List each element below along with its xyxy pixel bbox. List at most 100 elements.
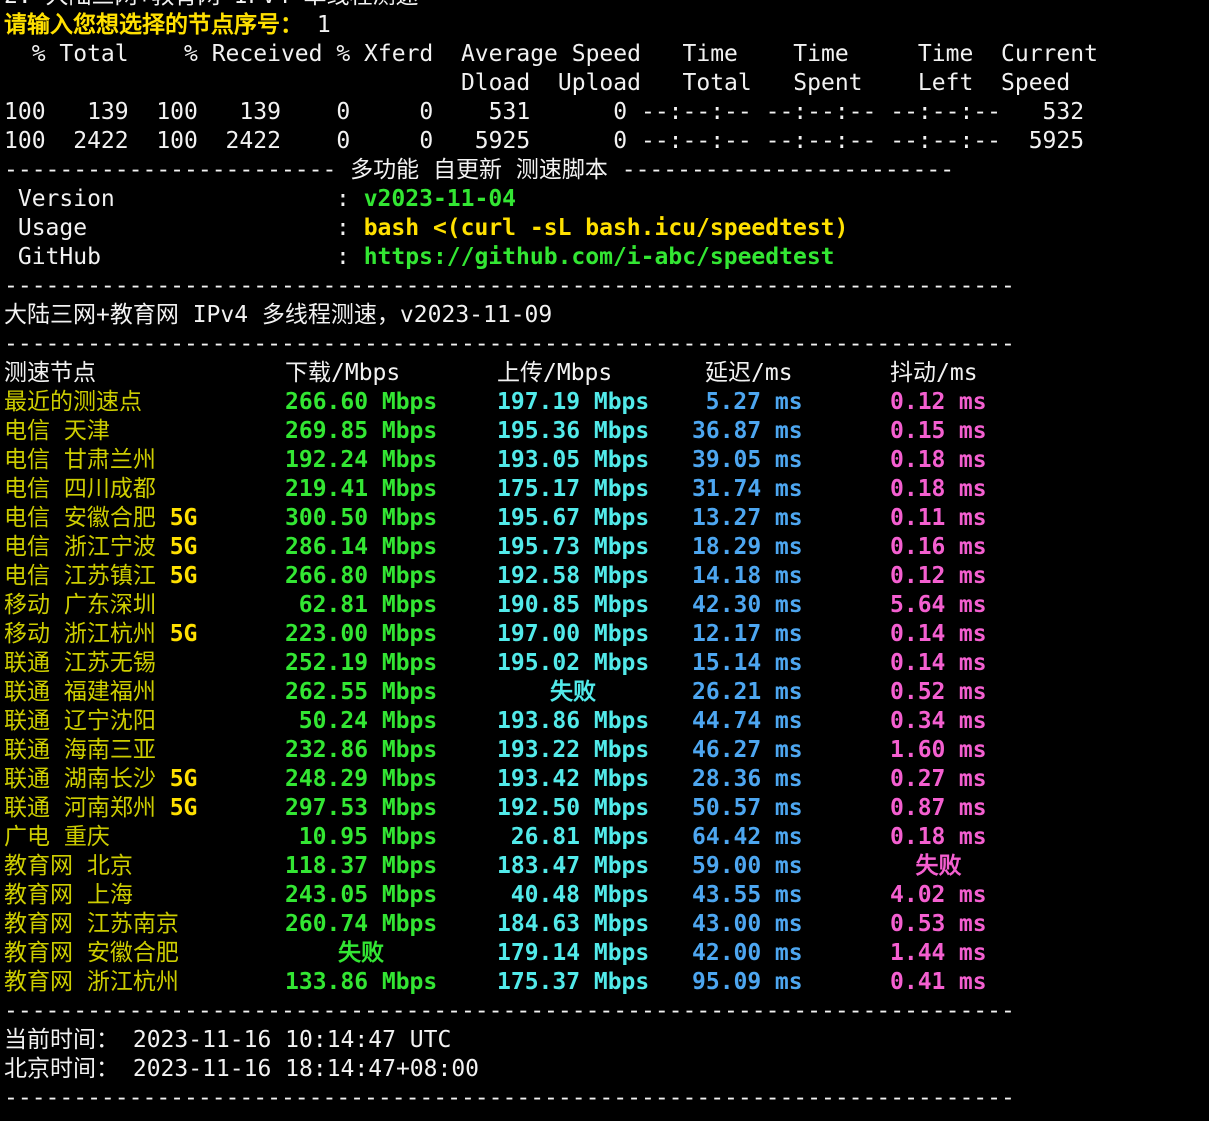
- up-value: 192.50 Mbps: [497, 794, 649, 823]
- down-value: 50.24 Mbps: [285, 707, 437, 736]
- up-value: 195.02 Mbps: [497, 649, 649, 678]
- down-unit: Mbps: [368, 447, 437, 473]
- node-name: 电信 安徽合肥 5G: [4, 504, 197, 533]
- down-value: 219.41 Mbps: [285, 475, 437, 504]
- jit-number: 0.52: [890, 678, 945, 707]
- node-5g-tag: 5G: [156, 534, 198, 560]
- down-number: 243.05: [285, 881, 368, 910]
- down-unit: Mbps: [368, 534, 437, 560]
- up-number: 183.47: [497, 852, 580, 881]
- down-number: 252.19: [285, 649, 368, 678]
- down-number: 62.81: [285, 591, 368, 620]
- jit-number: 0.12: [890, 388, 945, 417]
- jit-value: 0.87 ms: [890, 794, 987, 823]
- up-number: 190.85: [497, 591, 580, 620]
- info-label: Usage: [4, 214, 336, 243]
- down-number: 297.53: [285, 794, 368, 823]
- up-number: 40.48: [497, 881, 580, 910]
- lat-value: 18.29 ms: [692, 533, 803, 562]
- lat-number: 39.05: [692, 446, 761, 475]
- header-download: 下载/Mbps: [285, 359, 400, 388]
- lat-number: 46.27: [692, 736, 761, 765]
- lat-value: 36.87 ms: [692, 417, 803, 446]
- up-number: 26.81: [497, 823, 580, 852]
- separator-line: ----------------------------------------…: [4, 272, 1209, 301]
- down-unit: Mbps: [368, 737, 437, 763]
- jit-number: 0.18: [890, 823, 945, 852]
- lat-value: 42.00 ms: [692, 939, 803, 968]
- node-name: 电信 天津: [4, 417, 110, 446]
- up-value: 193.42 Mbps: [497, 765, 649, 794]
- up-value: 175.17 Mbps: [497, 475, 649, 504]
- up-number: 175.37: [497, 968, 580, 997]
- jit-number: 0.41: [890, 968, 945, 997]
- lat-number: 42.30: [692, 591, 761, 620]
- node-name: 最近的测速点: [4, 388, 142, 417]
- lat-unit: ms: [761, 389, 803, 415]
- node-name: 联通 海南三亚: [4, 736, 156, 765]
- jit-number: 0.14: [890, 620, 945, 649]
- node-5g-tag: 5G: [156, 563, 198, 589]
- jit-value: 0.16 ms: [890, 533, 987, 562]
- down-value: 286.14 Mbps: [285, 533, 437, 562]
- lat-unit: ms: [761, 592, 803, 618]
- up-unit: Mbps: [580, 563, 649, 589]
- jit-value: 0.27 ms: [890, 765, 987, 794]
- down-unit: Mbps: [368, 708, 437, 734]
- lat-number: 14.18: [692, 562, 761, 591]
- lat-unit: ms: [761, 824, 803, 850]
- jit-unit: ms: [945, 621, 987, 647]
- clipped-menu-line: 2. 大陆三网+教育网 IPv4 单线程测速: [4, 0, 1209, 11]
- table-row: 联通 福建福州262.55 Mbps失败26.21 ms0.52 ms: [4, 678, 1209, 707]
- clipped-menu-text: 2. 大陆三网+教育网 IPv4 单线程测速: [4, 0, 418, 9]
- node-name: 教育网 上海: [4, 881, 133, 910]
- lat-number: 26.21: [692, 678, 761, 707]
- up-unit: Mbps: [580, 534, 649, 560]
- up-value: 195.36 Mbps: [497, 417, 649, 446]
- curl-progress-header-1: % Total % Received % Xferd Average Speed…: [4, 40, 1209, 69]
- jit-value: 0.18 ms: [890, 823, 987, 852]
- node-name: 电信 甘肃兰州: [4, 446, 156, 475]
- lat-value: 95.09 ms: [692, 968, 803, 997]
- up-unit: Mbps: [580, 505, 649, 531]
- down-value: 262.55 Mbps: [285, 678, 437, 707]
- table-row: 电信 安徽合肥 5G300.50 Mbps195.67 Mbps13.27 ms…: [4, 504, 1209, 533]
- lat-unit: ms: [761, 476, 803, 502]
- up-value: 184.63 Mbps: [497, 910, 649, 939]
- down-number: 232.86: [285, 736, 368, 765]
- node-name: 教育网 江苏南京: [4, 910, 179, 939]
- up-number: 193.86: [497, 707, 580, 736]
- jit-value: 1.44 ms: [890, 939, 987, 968]
- up-unit: Mbps: [580, 969, 649, 995]
- down-unit: Mbps: [368, 824, 437, 850]
- node-5g-tag: 5G: [156, 621, 198, 647]
- table-row: 电信 浙江宁波 5G286.14 Mbps195.73 Mbps18.29 ms…: [4, 533, 1209, 562]
- down-value: 192.24 Mbps: [285, 446, 437, 475]
- node-name: 教育网 北京: [4, 852, 133, 881]
- info-colon: :: [336, 244, 364, 270]
- up-value: 197.00 Mbps: [497, 620, 649, 649]
- down-number: 192.24: [285, 446, 368, 475]
- jit-number: 0.15: [890, 417, 945, 446]
- table-row: 联通 湖南长沙 5G248.29 Mbps193.42 Mbps28.36 ms…: [4, 765, 1209, 794]
- jit-number: 0.87: [890, 794, 945, 823]
- terminal-screen[interactable]: 2. 大陆三网+教育网 IPv4 单线程测速 请输入您想选择的节点序号： 1 %…: [0, 0, 1209, 1113]
- jit-value: 0.52 ms: [890, 678, 987, 707]
- down-number: 50.24: [285, 707, 368, 736]
- up-unit: Mbps: [580, 940, 649, 966]
- info-colon: :: [336, 186, 364, 212]
- lat-unit: ms: [761, 534, 803, 560]
- down-number: 223.00: [285, 620, 368, 649]
- node-5g-tag: 5G: [156, 766, 198, 792]
- jit-value: 0.18 ms: [890, 475, 987, 504]
- down-number: 269.85: [285, 417, 368, 446]
- down-number: 300.50: [285, 504, 368, 533]
- table-row: 电信 甘肃兰州192.24 Mbps193.05 Mbps39.05 ms0.1…: [4, 446, 1209, 475]
- table-row: 电信 天津269.85 Mbps195.36 Mbps36.87 ms0.15 …: [4, 417, 1209, 446]
- down-value: 62.81 Mbps: [285, 591, 437, 620]
- jit-number: 0.16: [890, 533, 945, 562]
- header-latency: 延迟/ms: [705, 359, 793, 388]
- node-name: 广电 重庆: [4, 823, 110, 852]
- lat-value: 46.27 ms: [692, 736, 803, 765]
- down-number: 10.95: [285, 823, 368, 852]
